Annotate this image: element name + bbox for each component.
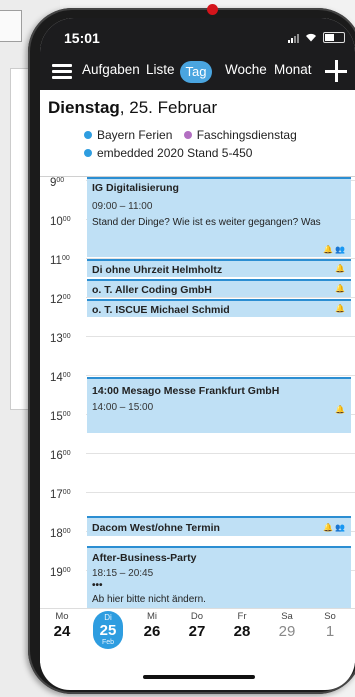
event-helmholtz[interactable]: Di ohne Uhrzeit Helmholtz 🔔: [87, 259, 351, 277]
hour-line: [86, 297, 355, 298]
day-weekday: Dienstag: [48, 98, 120, 117]
day-month: Feb: [101, 639, 115, 646]
day-date: , 25. Februar: [119, 98, 218, 117]
bell-icon: 🔔👥: [323, 245, 347, 254]
bell-icon: 🔔: [335, 264, 347, 273]
day-name: Do: [190, 611, 204, 622]
allday-event[interactable]: Bayern Ferien Faschingsdienstag: [84, 128, 297, 142]
day-cell-sa[interactable]: Sa 29: [267, 611, 307, 640]
event-time: 18:15 – 20:45: [92, 568, 154, 579]
day-name: Mo: [55, 611, 69, 622]
bell-icon: 🔔: [335, 405, 347, 414]
bell-icon: 🔔: [335, 284, 347, 293]
event-after-business-party[interactable]: After-Business-Party 18:15 – 20:45 ••• A…: [87, 546, 351, 608]
selected-day-pill: Di 25 Feb: [93, 611, 123, 649]
red-marker: [207, 4, 218, 15]
day-name: Di: [104, 613, 112, 622]
day-strip: Mo 24 Di 25 Feb Mi 26 Do 27 Fr 28 Sa 29 …: [40, 608, 355, 663]
allday-label: Bayern Ferien: [97, 128, 173, 142]
event-aller-coding[interactable]: o. T. Aller Coding GmbH 🔔: [87, 279, 351, 297]
home-indicator: [143, 675, 255, 679]
event-title: Di ohne Uhrzeit Helmholtz: [92, 264, 223, 276]
hour-label: 1900: [50, 567, 71, 579]
hour-line: [86, 453, 355, 454]
day-cell-mi[interactable]: Mi 26: [132, 611, 172, 640]
hour-label: 1700: [50, 489, 71, 501]
tab-tag[interactable]: Tag: [180, 61, 212, 83]
tab-liste[interactable]: Liste: [146, 62, 175, 77]
day-cell-do[interactable]: Do 27: [177, 611, 217, 640]
hour-line: [86, 375, 355, 376]
day-name: Mi: [146, 611, 158, 622]
hour-label: 1600: [50, 450, 71, 462]
hour-label: 1000: [50, 216, 71, 228]
day-name: Sa: [281, 611, 293, 622]
day-number: 29: [278, 623, 296, 640]
event-title: IG Digitalisierung: [92, 182, 179, 194]
hour-label: 1800: [50, 528, 71, 540]
day-name: So: [324, 611, 336, 622]
event-title: After-Business-Party: [92, 552, 197, 564]
calendar-dot-icon: [84, 131, 92, 139]
signal-icon: [288, 33, 299, 43]
day-number: 25: [99, 622, 117, 639]
hour-line: [86, 492, 355, 493]
tab-woche[interactable]: Woche: [225, 62, 267, 77]
day-number: 26: [143, 623, 161, 640]
allday-event[interactable]: embedded 2020 Stand 5-450: [84, 146, 252, 160]
day-number: 1: [325, 623, 335, 640]
event-title: o. T. ISCUE Michael Schmid: [92, 304, 230, 316]
hour-label: 1500: [50, 411, 71, 423]
event-title: 14:00 Mesago Messe Frankfurt GmbH: [92, 385, 280, 397]
calendar-dot-icon: [84, 149, 92, 157]
bell-icon: 🔔: [335, 304, 347, 313]
event-mesago[interactable]: 14:00 Mesago Messe Frankfurt GmbH 14:00 …: [87, 377, 351, 433]
event-dacom[interactable]: Dacom West/ohne Termin 🔔👥: [87, 516, 351, 536]
view-nav: Aufgaben Liste Tag Woche Monat: [40, 56, 355, 88]
background-box: [0, 10, 22, 42]
hour-label: 1200: [50, 294, 71, 306]
hour-label: 1100: [50, 255, 70, 267]
hour-label: 1400: [50, 372, 71, 384]
event-ig-digitalisierung[interactable]: IG Digitalisierung 09:00 – 11:00 Stand d…: [87, 177, 351, 257]
status-time: 15:01: [64, 30, 100, 46]
day-number: 27: [188, 623, 206, 640]
event-time: 14:00 – 15:00: [92, 402, 154, 413]
battery-icon: [323, 32, 345, 43]
day-header: Dienstag, 25. Februar: [48, 98, 217, 118]
day-cell-so[interactable]: So 1: [310, 611, 350, 640]
day-name: Fr: [237, 611, 247, 622]
allday-label: Faschingsdienstag: [196, 128, 297, 142]
tab-monat[interactable]: Monat: [274, 62, 312, 77]
event-note: Stand der Dinge? Wie ist es weiter gegan…: [92, 217, 321, 228]
event-iscue[interactable]: o. T. ISCUE Michael Schmid 🔔: [87, 299, 351, 317]
add-icon[interactable]: [323, 58, 349, 84]
status-icons: [288, 32, 345, 43]
top-bar: 15:01 Aufgaben Liste Tag Woche Monat: [40, 18, 355, 90]
allday-label: embedded 2020 Stand 5-450: [97, 146, 253, 160]
day-number: 28: [233, 623, 251, 640]
day-number: 24: [53, 623, 71, 640]
day-cell-fr[interactable]: Fr 28: [222, 611, 262, 640]
calendar-dot-icon: [183, 131, 192, 139]
tab-aufgaben[interactable]: Aufgaben: [82, 62, 140, 77]
menu-icon[interactable]: [52, 64, 72, 80]
event-note: Ab hier bitte nicht ändern.: [92, 594, 206, 605]
hour-line: [86, 336, 355, 337]
day-cell-mo[interactable]: Mo 24: [42, 611, 82, 640]
event-note: •••: [92, 580, 103, 591]
hour-label: 900: [50, 177, 65, 189]
event-title: Dacom West/ohne Termin: [92, 522, 220, 534]
bell-icon: 🔔👥: [323, 523, 347, 532]
hour-label: 1300: [50, 333, 71, 345]
event-title: o. T. Aller Coding GmbH: [92, 284, 212, 296]
wifi-icon: [306, 33, 316, 42]
phone-screen: 15:01 Aufgaben Liste Tag Woche Monat Die…: [40, 18, 355, 690]
event-time: 09:00 – 11:00: [92, 201, 153, 212]
